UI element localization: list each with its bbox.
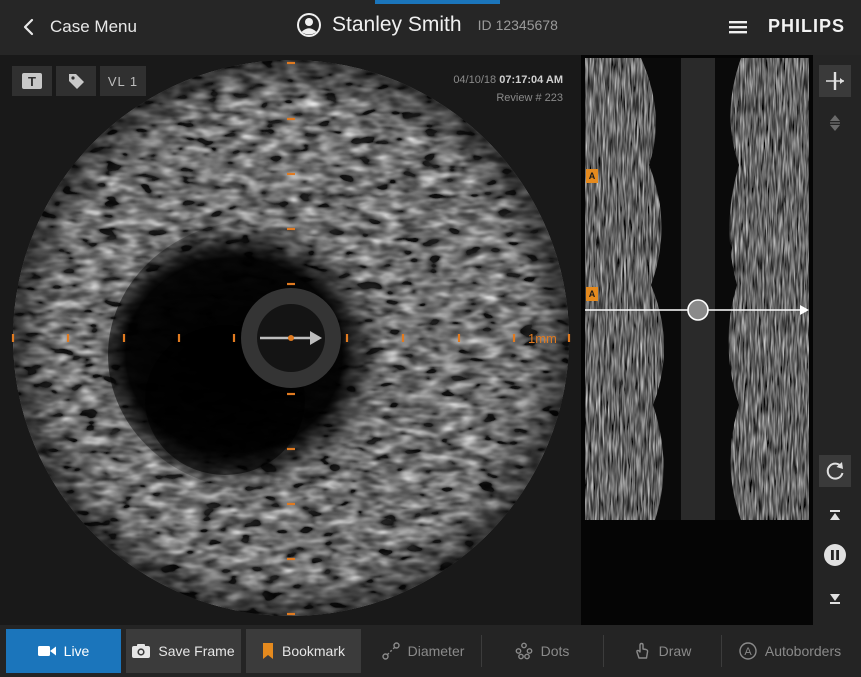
bookmark-label: Bookmark: [281, 643, 346, 659]
dots-icon: [515, 642, 533, 660]
svg-text:T: T: [28, 74, 36, 89]
frame-time: 07:17:04 AM: [499, 74, 563, 86]
dots-button[interactable]: Dots: [482, 629, 602, 673]
case-menu-back-button[interactable]: Case Menu: [16, 14, 137, 40]
skip-to-end-icon: [830, 594, 840, 604]
camera-icon: [37, 645, 56, 657]
patient-name: Stanley Smith: [332, 13, 462, 36]
bookmark-marker[interactable]: A: [586, 169, 598, 183]
diameter-button[interactable]: Diameter: [366, 629, 480, 673]
header-bar: Case Menu Stanley Smith ID 12345678 PHIL…: [0, 0, 861, 55]
diameter-label: Diameter: [407, 643, 465, 659]
review-number: Review # 223: [496, 92, 563, 104]
skip-to-start-icon: [830, 510, 840, 520]
ivus-cross-section-view[interactable]: T VL 1 04/10/18 07:17:04 AM Review # 223…: [0, 55, 581, 625]
pause-button[interactable]: [819, 539, 851, 571]
top-accent-bar: [375, 0, 500, 4]
draw-hand-icon: [633, 642, 651, 660]
hamburger-menu-icon[interactable]: [728, 18, 748, 36]
sort-button[interactable]: [819, 107, 851, 139]
skip-to-end-button[interactable]: [819, 583, 851, 615]
ivus-image: [11, 60, 571, 616]
bookmark-button[interactable]: Bookmark: [246, 629, 361, 673]
case-menu-label: Case Menu: [50, 17, 137, 36]
save-frame-button[interactable]: Save Frame: [126, 629, 241, 673]
patient-info: Stanley Smith ID 12345678: [296, 12, 558, 38]
longitudinal-view[interactable]: A A: [581, 55, 813, 625]
dots-label: Dots: [540, 643, 570, 659]
tag-button[interactable]: [56, 66, 96, 96]
philips-logo: PHILIPS: [768, 16, 846, 36]
vessel-label-button[interactable]: VL 1: [100, 66, 146, 96]
rotate-button[interactable]: [819, 455, 851, 487]
slice-position-icon: [826, 72, 844, 90]
svg-text:A: A: [744, 646, 752, 658]
user-avatar-icon: [296, 12, 322, 38]
patient-id-label: ID: [477, 17, 492, 33]
autoborders-button[interactable]: A Autoborders: [722, 629, 858, 673]
text-annotation-button[interactable]: T: [12, 66, 52, 96]
frame-date: 04/10/18: [453, 74, 497, 86]
rotate-icon: [826, 462, 844, 480]
longitudinal-image: [585, 58, 809, 520]
live-label: Live: [63, 643, 90, 659]
tag-icon: [69, 74, 84, 89]
bottom-toolbar: Live Save Frame Bookmark Diameter Dots D…: [0, 625, 861, 677]
slice-position-button[interactable]: [819, 65, 851, 97]
save-frame-icon: [132, 644, 151, 658]
diameter-icon: [381, 642, 400, 660]
draw-label: Draw: [658, 643, 692, 659]
sort-icon: [830, 115, 840, 131]
live-button[interactable]: Live: [6, 629, 121, 673]
scale-label: 1mm: [528, 331, 557, 346]
chevron-left-icon: [16, 14, 42, 40]
skip-to-start-button[interactable]: [819, 499, 851, 531]
draw-button[interactable]: Draw: [604, 629, 720, 673]
frame-timestamp: 04/10/18 07:17:04 AM Review # 223: [453, 71, 563, 107]
autoborders-icon: A: [739, 642, 757, 660]
autoborders-label: Autoborders: [764, 643, 842, 659]
save-frame-label: Save Frame: [158, 643, 235, 659]
bookmark-icon: [262, 643, 274, 659]
playback-tool-strip: [813, 55, 861, 625]
bookmark-marker[interactable]: A: [586, 287, 598, 301]
text-tool-icon: T: [22, 73, 42, 89]
pause-icon: [824, 544, 846, 566]
patient-id: 12345678: [495, 17, 558, 33]
